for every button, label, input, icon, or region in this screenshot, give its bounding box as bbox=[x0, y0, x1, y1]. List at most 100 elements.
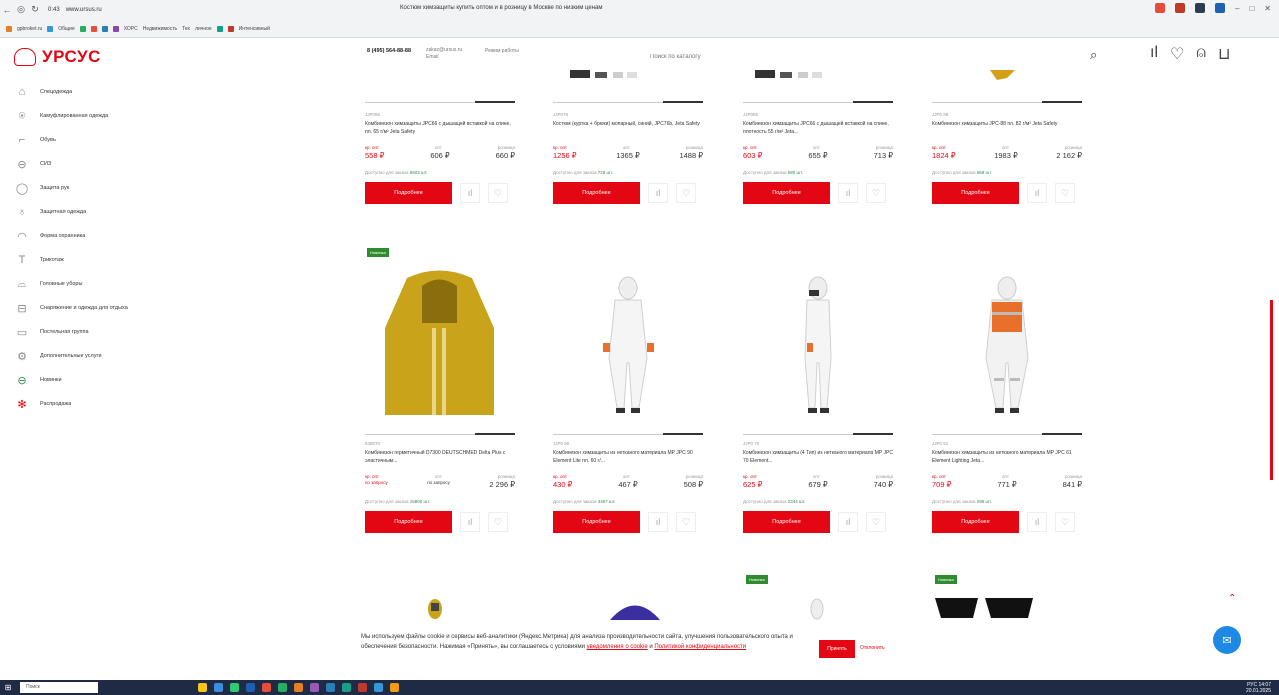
app-icon[interactable] bbox=[310, 683, 319, 692]
system-tray[interactable]: РУС 14:07 20.01.2025 bbox=[1246, 682, 1271, 694]
extension-icon[interactable] bbox=[1195, 3, 1205, 13]
close-icon[interactable]: ✕ bbox=[1264, 4, 1271, 13]
product-name[interactable]: Комбинезон химзащиты JPC-88 пл. 82 г/м² … bbox=[932, 120, 1082, 137]
product-image[interactable] bbox=[425, 598, 445, 620]
bookmark[interactable]: Интенсивный bbox=[239, 26, 270, 32]
product-name[interactable]: Комбинезон герметичный D7300 DEUTSCHMED … bbox=[365, 449, 515, 466]
cart-icon[interactable]: ⊔ bbox=[1218, 44, 1230, 64]
product-name[interactable]: Костюм (куртка + брюки) мопарный, синий,… bbox=[553, 120, 703, 137]
product-image[interactable] bbox=[933, 598, 1038, 620]
product-image[interactable] bbox=[382, 268, 497, 415]
app-icon[interactable] bbox=[246, 683, 255, 692]
sidebar-item-guard[interactable]: ◠ Форма охранника bbox=[12, 224, 162, 248]
heart-icon[interactable]: ♡ bbox=[1055, 183, 1075, 203]
logo[interactable]: УРСУС bbox=[14, 47, 101, 67]
address-bar[interactable]: www.ursus.ru bbox=[66, 7, 102, 13]
sidebar-item-outdoor[interactable]: ⊟ Снаряжение и одежда для отдыха bbox=[12, 296, 162, 320]
app-icon[interactable] bbox=[342, 683, 351, 692]
email-link[interactable]: zakaz@ursus.ru bbox=[426, 47, 462, 54]
privacy-policy-link[interactable]: Политикой конфиденциальности bbox=[654, 644, 746, 650]
phone-link[interactable]: 8 (495) 564-88-88 bbox=[367, 48, 411, 54]
cookie-decline-button[interactable]: Отклонить bbox=[860, 645, 885, 651]
bookmark[interactable]: Тех bbox=[182, 26, 190, 32]
chat-icon[interactable]: ✉ bbox=[1213, 626, 1241, 654]
app-icon[interactable] bbox=[198, 683, 207, 692]
compare-icon[interactable]: ıl bbox=[1150, 44, 1158, 64]
cookie-accept-button[interactable]: Принять bbox=[819, 640, 855, 658]
sidebar-item-ppe[interactable]: ⊖ СИЗ bbox=[12, 152, 162, 176]
product-image[interactable] bbox=[605, 596, 665, 620]
details-button[interactable]: Подробнее bbox=[743, 182, 830, 204]
bookmark[interactable]: личное bbox=[195, 26, 212, 32]
back-icon[interactable]: ← bbox=[0, 5, 14, 15]
scroll-up-icon[interactable]: ⌃ bbox=[1228, 593, 1236, 604]
user-icon[interactable]: ⍝ bbox=[1196, 44, 1206, 64]
product-name[interactable]: Комбинезон химзащиты JPC66 с дышащей вст… bbox=[743, 120, 893, 137]
product-image[interactable] bbox=[783, 268, 853, 418]
product-name[interactable]: Комбинезон химзащиты из нетканого матери… bbox=[932, 449, 1082, 466]
compare-icon[interactable]: ıl bbox=[1027, 183, 1047, 203]
taskbar-search[interactable]: Поиск bbox=[20, 682, 98, 693]
sidebar-item-hands[interactable]: ◯ Защита рук bbox=[12, 176, 162, 200]
app-icon[interactable] bbox=[326, 683, 335, 692]
app-icon[interactable] bbox=[374, 683, 383, 692]
extension-icon[interactable] bbox=[1155, 3, 1165, 13]
sidebar-item-protective[interactable]: ♁ Защитная одежда bbox=[12, 200, 162, 224]
heart-icon[interactable]: ♡ bbox=[1055, 512, 1075, 532]
details-button[interactable]: Подробнее bbox=[743, 511, 830, 533]
sidebar-item-footwear[interactable]: ⌐ Обувь bbox=[12, 128, 162, 152]
heart-icon[interactable]: ♡ bbox=[676, 183, 696, 203]
sidebar-item-camo[interactable]: ⍟ Камуфлированная одежда bbox=[12, 104, 162, 128]
heart-icon[interactable]: ♡ bbox=[676, 512, 696, 532]
product-image[interactable] bbox=[565, 70, 665, 84]
product-name[interactable]: Комбинезон химзащиты из нетканого матери… bbox=[553, 449, 703, 466]
product-image[interactable] bbox=[810, 598, 824, 620]
bookmark[interactable]: Общие bbox=[58, 26, 74, 32]
compare-icon[interactable]: ıl bbox=[838, 183, 858, 203]
email-block[interactable]: zakaz@ursus.ru Email bbox=[426, 47, 462, 61]
extension-icon[interactable] bbox=[1215, 3, 1225, 13]
details-button[interactable]: Подробнее bbox=[553, 182, 640, 204]
bookmark[interactable]: Недвижимость bbox=[143, 26, 177, 32]
scrollbar[interactable] bbox=[1270, 300, 1273, 480]
compare-icon[interactable]: ıl bbox=[648, 183, 668, 203]
compare-icon[interactable]: ıl bbox=[1027, 512, 1047, 532]
sidebar-item-workwear[interactable]: ⌂ Спецодежда bbox=[12, 80, 162, 104]
product-name[interactable]: Комбинезон химзащиты (4 Тип) из нетканог… bbox=[743, 449, 893, 466]
sidebar-item-new[interactable]: ⊖ Новинки bbox=[12, 368, 162, 392]
app-icon[interactable] bbox=[358, 683, 367, 692]
details-button[interactable]: Подробнее bbox=[365, 182, 452, 204]
product-image[interactable] bbox=[750, 70, 850, 84]
sidebar-item-services[interactable]: ⚙ Дополнительные услуги bbox=[12, 344, 162, 368]
heart-icon[interactable]: ♡ bbox=[488, 512, 508, 532]
extension-icon[interactable] bbox=[1175, 3, 1185, 13]
forward-icon[interactable]: ◎ bbox=[14, 4, 28, 15]
product-image[interactable] bbox=[593, 268, 663, 418]
sidebar-item-headwear[interactable]: ⌓ Головные уборы bbox=[12, 272, 162, 296]
details-button[interactable]: Подробнее bbox=[365, 511, 452, 533]
app-icon[interactable] bbox=[294, 683, 303, 692]
compare-icon[interactable]: ıl bbox=[838, 512, 858, 532]
heart-icon[interactable]: ♡ bbox=[866, 512, 886, 532]
search-input[interactable] bbox=[590, 50, 1070, 64]
windows-start-icon[interactable]: ⊞ bbox=[0, 683, 16, 692]
details-button[interactable]: Подробнее bbox=[932, 511, 1019, 533]
minimize-icon[interactable]: – bbox=[1235, 4, 1239, 13]
product-image[interactable] bbox=[985, 70, 1025, 84]
sidebar-item-sale[interactable]: ✻ Распродажа bbox=[12, 392, 162, 416]
maximize-icon[interactable]: □ bbox=[1249, 4, 1254, 13]
sidebar-item-bedding[interactable]: ▭ Постельная группа bbox=[12, 320, 162, 344]
app-icon[interactable] bbox=[214, 683, 223, 692]
compare-icon[interactable]: ıl bbox=[460, 512, 480, 532]
product-image[interactable] bbox=[972, 268, 1042, 418]
sidebar-item-knitwear[interactable]: T Трикотаж bbox=[12, 248, 162, 272]
bookmark[interactable]: ХОРС bbox=[124, 26, 138, 32]
app-icon[interactable] bbox=[230, 683, 239, 692]
product-name[interactable]: Комбинезон химзащиты JPC66 с дышащей вст… bbox=[365, 120, 515, 137]
hours-dropdown[interactable]: Режим работы bbox=[485, 48, 519, 54]
app-icon[interactable] bbox=[262, 683, 271, 692]
heart-icon[interactable]: ♡ bbox=[488, 183, 508, 203]
details-button[interactable]: Подробнее bbox=[932, 182, 1019, 204]
heart-icon[interactable]: ♡ bbox=[866, 183, 886, 203]
heart-icon[interactable]: ♡ bbox=[1170, 44, 1184, 64]
